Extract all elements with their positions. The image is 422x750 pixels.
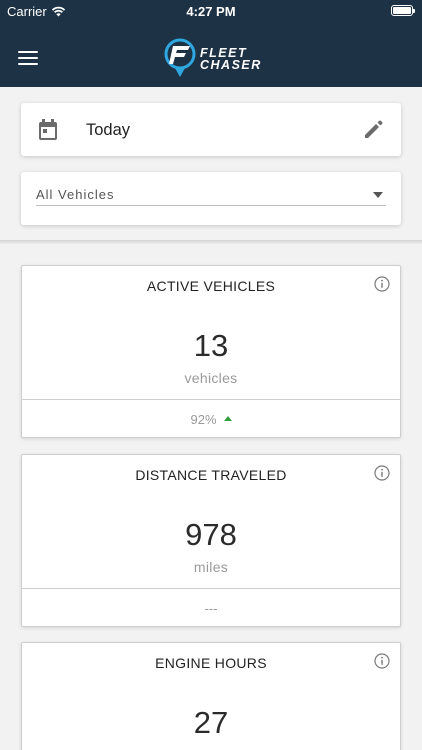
card-title: DISTANCE TRAVELED: [135, 467, 287, 483]
section-divider: [0, 240, 422, 244]
battery-icon: [391, 5, 415, 16]
date-filter-card[interactable]: Today: [21, 103, 401, 156]
card-title: ENGINE HOURS: [155, 655, 267, 671]
calendar-icon: [39, 119, 57, 140]
stat-footer: 92%: [22, 399, 400, 438]
stat-footer: ---: [22, 588, 400, 627]
active-vehicles-card: ACTIVE VEHICLES 13 vehicles 92%: [21, 265, 401, 438]
app-header: FLEET CHASER: [0, 22, 422, 87]
pencil-icon[interactable]: [362, 119, 384, 141]
info-icon[interactable]: [374, 276, 390, 292]
hamburger-menu-icon[interactable]: [18, 51, 38, 67]
logo-text: FLEET CHASER: [200, 47, 262, 72]
vehicle-select-value: All Vehicles: [36, 187, 115, 202]
card-title: ACTIVE VEHICLES: [146, 278, 276, 294]
info-icon[interactable]: [374, 653, 390, 669]
dropdown-caret-icon: [373, 192, 383, 198]
clock: 4:27 PM: [186, 4, 236, 19]
stat-unit: miles: [193, 559, 229, 575]
logo-mark-icon: [164, 38, 196, 77]
fleet-chaser-logo: FLEET CHASER: [164, 38, 262, 80]
vehicle-filter-card: All Vehicles: [21, 172, 401, 225]
date-range-label: Today: [86, 121, 131, 139]
stat-change-placeholder: ---: [204, 600, 218, 616]
stat-value: 13: [193, 328, 229, 363]
status-bar: Carrier 4:27 PM: [0, 0, 422, 22]
distance-traveled-card: DISTANCE TRAVELED 978 miles ---: [21, 454, 401, 627]
engine-hours-card: ENGINE HOURS 27 hours: [21, 642, 401, 750]
stat-value: 27: [193, 705, 229, 740]
stat-value: 978: [185, 517, 237, 552]
trend-up-icon: [223, 415, 232, 421]
vehicle-select-dropdown[interactable]: All Vehicles: [36, 186, 386, 206]
stat-unit: vehicles: [184, 370, 238, 386]
stat-change-percent: 92%: [190, 411, 217, 427]
logo-line-2: CHASER: [200, 58, 262, 72]
info-icon[interactable]: [374, 465, 390, 481]
